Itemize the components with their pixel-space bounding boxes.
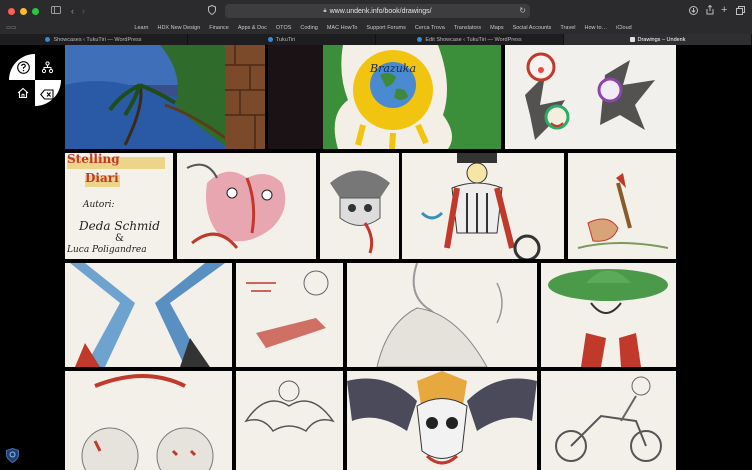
diary-authors-label: Autori: (83, 200, 115, 210)
skeleton-rider-image (402, 153, 564, 259)
reading-list-icon[interactable]: ▭▭ (6, 25, 16, 31)
bookmark-item[interactable]: Support Forums (366, 25, 405, 31)
skull-helmet-image (320, 153, 399, 259)
diary-ampersand: & (115, 233, 124, 244)
faces-image (65, 371, 232, 470)
address-bar[interactable]: 🔒︎ www.undenk.info/book/drawings/ ↻ (225, 4, 530, 18)
drawing-tile-warrior[interactable] (347, 263, 537, 367)
tab-showcases[interactable]: Showcases ‹ TukuTiri — WordPress (0, 34, 188, 45)
tropical-beach-image (65, 45, 265, 149)
close-window-button[interactable] (8, 7, 15, 15)
drawing-tile-bat[interactable] (236, 371, 343, 470)
bookmark-item[interactable]: OTOS (276, 25, 292, 31)
winged-skull-image (347, 371, 537, 470)
page-content: Brazuka Stelling Diari Autori: Deda Schm… (0, 45, 752, 470)
reload-icon[interactable]: ↻ (519, 6, 526, 15)
clowns-image (505, 45, 676, 149)
help-icon[interactable] (17, 61, 30, 74)
browser-window: ‹ › 🔒︎ www.undenk.info/book/drawings/ ↻ … (0, 0, 752, 470)
tab-label: Showcases ‹ TukuTiri — WordPress (53, 36, 142, 43)
diary-author-2: Luca Poligandrea (67, 245, 147, 255)
condor-image (568, 153, 676, 259)
bookmark-item[interactable]: Learn (134, 25, 148, 31)
privacy-shield-icon[interactable] (208, 4, 216, 17)
drawing-tile-tropical-beach[interactable] (65, 45, 265, 149)
share-icon[interactable] (706, 4, 714, 17)
ribbon-image (65, 263, 232, 367)
forward-icon[interactable]: › (82, 6, 85, 16)
warrior-image (347, 263, 537, 367)
floating-nav-widget (9, 54, 61, 106)
backspace-icon[interactable] (40, 87, 54, 100)
monsters-image (177, 153, 316, 259)
drawing-tile-faces[interactable] (65, 371, 232, 470)
site-favicon-icon (267, 37, 273, 42)
brazuka-caption: Brazuka (370, 62, 417, 75)
accessibility-shield-icon[interactable] (6, 447, 19, 464)
tab-bar: Showcases ‹ TukuTiri — WordPress TukuTir… (0, 34, 752, 45)
bookmark-item[interactable]: iCloud (616, 25, 632, 31)
bookmark-item[interactable]: Apps & Doc (238, 25, 267, 31)
download-icon[interactable] (689, 6, 698, 17)
drawing-tile-skull-helmet[interactable] (320, 153, 399, 259)
sidebar-toggle-icon[interactable] (51, 6, 61, 16)
brazuka-image (268, 45, 501, 149)
zoom-window-button[interactable] (32, 7, 39, 15)
diary-title-line2: Diari (85, 171, 119, 185)
window-controls (8, 7, 39, 15)
drawing-tile-brazuka[interactable]: Brazuka (268, 45, 501, 149)
drawing-tile-condor[interactable] (568, 153, 676, 259)
bookmark-item[interactable]: Coding (300, 25, 317, 31)
url-text: www.undenk.info/book/drawings/ (329, 7, 432, 15)
tab-label: Edit Showcase ‹ TukuTiri — WordPress (425, 36, 522, 43)
bookmark-item[interactable]: How to… (584, 25, 607, 31)
tab-overview-icon[interactable] (736, 6, 745, 17)
drawing-tile-sketch-text[interactable] (236, 263, 343, 367)
bookmark-item[interactable]: MAC HowTo (327, 25, 358, 31)
sitemap-icon[interactable] (41, 61, 54, 74)
drawing-tile-ribbon[interactable] (65, 263, 232, 367)
wordpress-favicon-icon (45, 37, 51, 42)
bookmark-item[interactable]: Social Accounts (513, 25, 552, 31)
bookmark-item[interactable]: Finance (209, 25, 229, 31)
tab-tukutiri[interactable]: TukuTiri (188, 34, 376, 45)
bookmark-item[interactable]: HDX New Design (157, 25, 200, 31)
diary-author-1: Deda Schmid (79, 219, 160, 233)
drawing-tile-motorbike[interactable] (541, 371, 676, 470)
new-tab-icon[interactable]: + (721, 5, 727, 16)
undenk-favicon-icon (629, 37, 635, 42)
bookmark-item[interactable]: Cerca Trova (415, 25, 445, 31)
tab-edit-showcase[interactable]: Edit Showcase ‹ TukuTiri — WordPress (376, 34, 564, 45)
drawing-tile-diary-cover[interactable]: Stelling Diari Autori: Deda Schmid & Luc… (65, 153, 173, 259)
browser-toolbar: ‹ › 🔒︎ www.undenk.info/book/drawings/ ↻ … (0, 0, 752, 22)
drawing-tile-winged-skull[interactable] (347, 371, 537, 470)
drawing-tile-sombrero[interactable] (541, 263, 676, 367)
bat-image (236, 371, 343, 470)
bookmark-item[interactable]: Maps (490, 25, 503, 31)
wordpress-favicon-icon (417, 37, 423, 42)
diary-title-line1: Stelling (67, 153, 120, 166)
tab-drawings[interactable]: Drawings – Undenk (564, 34, 752, 45)
bookmark-item[interactable]: Travel (560, 25, 575, 31)
drawing-tile-skeleton-rider[interactable] (402, 153, 564, 259)
drawing-tile-clowns[interactable] (505, 45, 676, 149)
bookmark-item[interactable]: Translators (454, 25, 481, 31)
sketch-text-image (236, 263, 343, 367)
minimize-window-button[interactable] (20, 7, 27, 15)
lock-icon: 🔒︎ (323, 7, 327, 14)
drawing-tile-monsters[interactable] (177, 153, 316, 259)
back-icon[interactable]: ‹ (71, 6, 74, 16)
bookmarks-bar: ▭▭ Learn HDX New Design Finance Apps & D… (0, 22, 752, 34)
tab-label: Drawings – Undenk (637, 36, 686, 43)
home-icon[interactable] (17, 86, 29, 99)
tab-label: TukuTiri (275, 36, 296, 43)
motorbike-image (541, 371, 676, 470)
sombrero-image (541, 263, 676, 367)
